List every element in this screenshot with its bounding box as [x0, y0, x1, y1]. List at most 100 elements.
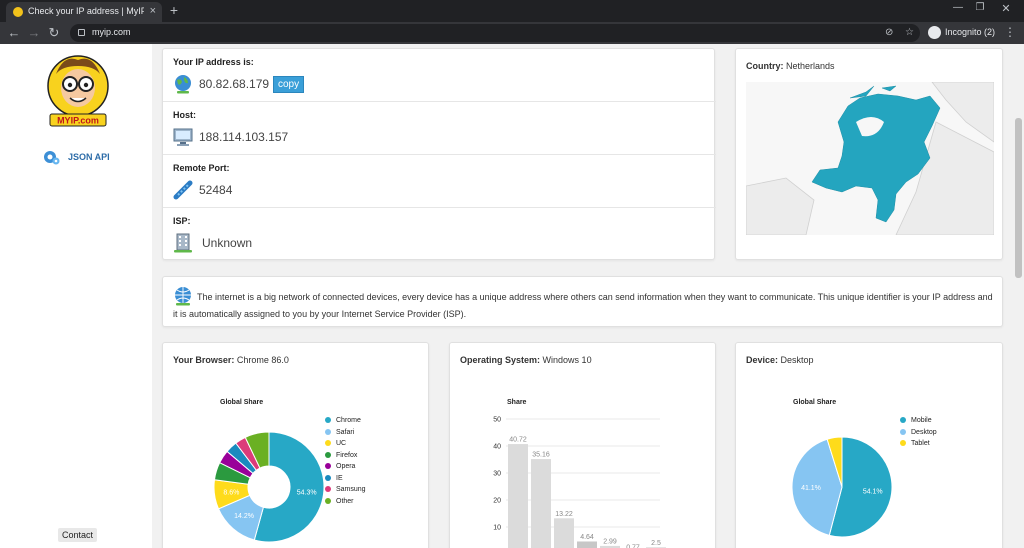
browser-card: Your Browser: Chrome 86.0 Global Share 5…: [162, 342, 429, 548]
bar-value-label: 2.5: [651, 540, 661, 547]
legend-dot-icon: [325, 440, 331, 447]
legend-label: Other: [336, 497, 354, 505]
incognito-profile-button[interactable]: Incognito (2): [926, 25, 996, 41]
globe-icon: [175, 75, 191, 94]
browser-legend-item[interactable]: Safari: [325, 427, 366, 439]
browser-slice-label: 54.3%: [297, 490, 317, 497]
browser-toolbar: ← → ↻ myip.com ⊘ ☆ Incognito (2) ⋮: [0, 22, 1024, 44]
browser-legend-item[interactable]: Opera: [325, 461, 366, 473]
legend-dot-icon: [900, 417, 906, 424]
device-legend-item[interactable]: Desktop: [900, 427, 937, 439]
bar: [508, 444, 528, 548]
browser-share-donut-chart: 54.3% 14.2% 8.6%: [214, 432, 324, 542]
legend-dot-icon: [325, 497, 331, 504]
y-tick-label: 30: [493, 471, 501, 478]
isp-value: Unknown: [202, 236, 253, 250]
forward-button[interactable]: →: [26, 25, 42, 41]
device-chart-title: Global Share: [793, 399, 837, 406]
tab-title: Check your IP address | MyIP.com: [28, 6, 144, 16]
browser-legend-item[interactable]: Samsung: [325, 484, 366, 496]
bar-value-label: 0.77: [626, 544, 640, 548]
page-scrollbar[interactable]: [1013, 44, 1024, 548]
bar: [531, 459, 551, 548]
country-value: Netherlands: [786, 61, 835, 71]
close-window-button[interactable]: ✕: [998, 2, 1014, 15]
host-label: Host:: [173, 110, 196, 120]
browser-legend-item[interactable]: Firefox: [325, 450, 366, 462]
reload-button[interactable]: ↻: [46, 25, 62, 41]
remote-port-label: Remote Port:: [173, 163, 230, 173]
country-card: Country: Netherlands: [735, 48, 1003, 260]
legend-label: Desktop: [911, 428, 937, 436]
os-value: Windows 10: [542, 355, 592, 365]
bar-value-label: 2.99: [603, 538, 617, 545]
incognito-label: Incognito (2): [945, 27, 996, 37]
close-tab-icon[interactable]: ×: [150, 5, 156, 17]
legend-dot-icon: [325, 417, 331, 424]
address-bar[interactable]: myip.com ⊘ ☆: [70, 24, 920, 42]
json-api-label: JSON API: [68, 152, 110, 162]
info-card: The internet is a big network of connect…: [162, 276, 1003, 327]
os-card: Operating System: Windows 10 Share 50 40 3…: [449, 342, 716, 548]
device-legend-item[interactable]: Tablet: [900, 438, 937, 450]
eye-off-icon[interactable]: ⊘: [885, 27, 893, 38]
building-icon: [174, 233, 192, 253]
bar-value-label: 40.72: [509, 437, 527, 444]
ip-address-row: Your IP address is: 80.82.68.179 copy: [163, 49, 716, 102]
os-chart-title: Share: [507, 399, 527, 406]
new-tab-button[interactable]: +: [166, 2, 182, 18]
copy-button[interactable]: copy: [273, 76, 305, 93]
os-heading: Operating System: Windows 10: [460, 355, 592, 365]
menu-icon[interactable]: ⋮: [1004, 25, 1016, 39]
bar-value-label: 13.22: [555, 511, 573, 518]
remote-port-value: 52484: [199, 183, 233, 197]
legend-dot-icon: [900, 428, 906, 435]
browser-tab[interactable]: Check your IP address | MyIP.com ×: [6, 2, 162, 22]
y-tick-label: 20: [493, 498, 501, 505]
device-slice-label: 41.1%: [801, 485, 821, 492]
legend-dot-icon: [325, 451, 331, 458]
legend-dot-icon: [325, 463, 331, 470]
legend-dot-icon: [325, 474, 331, 481]
remote-port-row: Remote Port: 52484: [163, 155, 716, 208]
browser-slice-label: 14.2%: [234, 513, 254, 520]
myip-logo[interactable]: MYIP.com: [44, 52, 112, 130]
browser-legend-item[interactable]: UC: [325, 438, 366, 450]
bar: [554, 518, 574, 548]
ip-address-value: 80.82.68.179: [199, 77, 270, 91]
back-button[interactable]: ←: [6, 25, 22, 41]
country-label: Country:: [746, 61, 784, 71]
browser-legend-item[interactable]: IE: [325, 473, 366, 485]
legend-label: UC: [336, 440, 347, 447]
bar-value-label: 35.16: [532, 452, 550, 459]
legend-dot-icon: [900, 440, 906, 447]
country-heading: Country: Netherlands: [746, 61, 835, 71]
os-share-bar-chart: 50 40 30 20 10 40.72 35.16 13.22 4.64 2.99 0.77 2.5: [493, 417, 666, 548]
legend-label: Chrome: [336, 417, 361, 424]
contact-button[interactable]: Contact: [58, 528, 98, 542]
sidebar: MYIP.com JSON API Contact: [0, 44, 152, 548]
bar-value-label: 4.64: [580, 534, 594, 541]
restore-window-button[interactable]: ❐: [972, 2, 988, 13]
lock-icon: [78, 29, 85, 36]
ip-info-card: Your IP address is: 80.82.68.179 copy Ho…: [162, 48, 716, 260]
legend-label: IE: [336, 474, 343, 482]
bookmark-star-icon[interactable]: ☆: [905, 27, 914, 38]
logo-text: MYIP.com: [57, 116, 99, 126]
legend-label: Opera: [336, 463, 356, 470]
legend-label: Safari: [336, 428, 355, 436]
minimize-window-button[interactable]: —: [950, 2, 966, 13]
browser-tabbar: Check your IP address | MyIP.com × + — ❐…: [0, 0, 1024, 22]
browser-legend-item[interactable]: Chrome: [325, 415, 366, 427]
bar: [577, 541, 597, 548]
browser-legend-item[interactable]: Other: [325, 496, 366, 508]
ip-address-label: Your IP address is:: [173, 57, 254, 67]
browser-slice-label: 8.6%: [223, 490, 239, 497]
monitor-icon: [173, 128, 193, 146]
legend-dot-icon: [325, 486, 331, 493]
browser-value: Chrome 86.0: [236, 355, 289, 365]
device-legend-item[interactable]: Mobile: [900, 415, 937, 427]
scrollbar-thumb[interactable]: [1015, 118, 1022, 278]
favicon-icon: [13, 7, 23, 17]
browser-chart-title: Global Share: [220, 399, 264, 406]
